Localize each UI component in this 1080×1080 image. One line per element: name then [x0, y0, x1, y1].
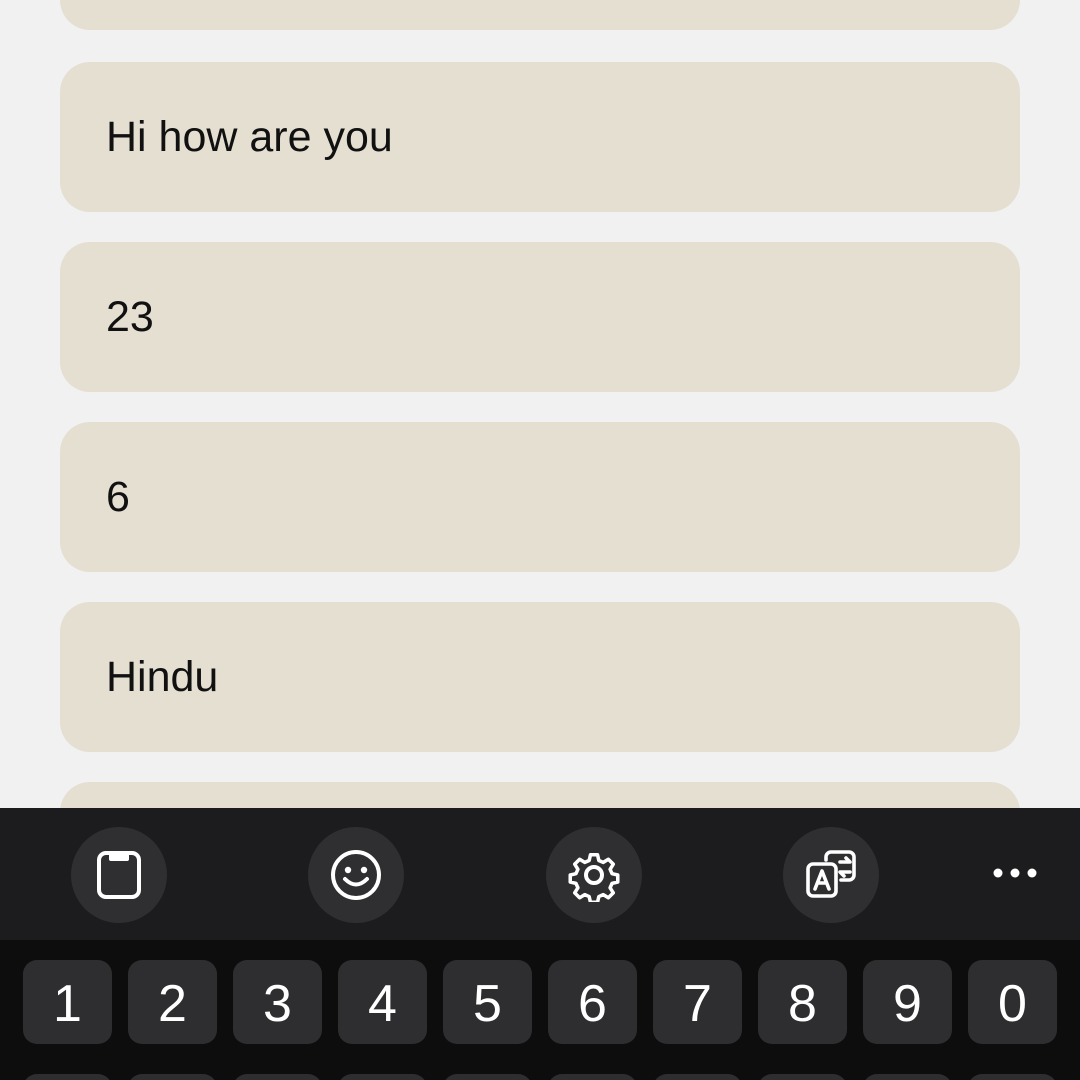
key-5[interactable]: 5: [443, 960, 532, 1044]
translate-icon: [804, 848, 858, 902]
keyboard-key[interactable]: [128, 1074, 217, 1080]
key-2[interactable]: 2: [128, 960, 217, 1044]
settings-button[interactable]: [546, 827, 642, 923]
keyboard-key[interactable]: [863, 1074, 952, 1080]
gear-icon: [567, 848, 621, 902]
key-3[interactable]: 3: [233, 960, 322, 1044]
key-6[interactable]: 6: [548, 960, 637, 1044]
keyboard-key[interactable]: [758, 1074, 847, 1080]
key-0[interactable]: 0: [968, 960, 1057, 1044]
key-9[interactable]: 9: [863, 960, 952, 1044]
key-7[interactable]: 7: [653, 960, 742, 1044]
keyboard-key[interactable]: [548, 1074, 637, 1080]
translate-button[interactable]: [783, 827, 879, 923]
clipboard-icon: [94, 848, 144, 902]
emoji-icon: [329, 848, 383, 902]
keyboard-key[interactable]: [23, 1074, 112, 1080]
field-value: 6: [106, 472, 130, 521]
key-1[interactable]: 1: [23, 960, 112, 1044]
field-value: 23: [106, 292, 154, 341]
key-4[interactable]: 4: [338, 960, 427, 1044]
clipboard-button[interactable]: [71, 827, 167, 923]
field-value: Hi how are you: [106, 112, 393, 161]
keyboard-key[interactable]: [338, 1074, 427, 1080]
text-field[interactable]: Hindu: [60, 602, 1020, 752]
keyboard-toolbar: [0, 808, 1080, 940]
keyboard-key[interactable]: [968, 1074, 1057, 1080]
more-options-button[interactable]: [983, 847, 1047, 903]
keyboard-key[interactable]: [233, 1074, 322, 1080]
keyboard-key[interactable]: [653, 1074, 742, 1080]
key-8[interactable]: 8: [758, 960, 847, 1044]
more-icon: [992, 866, 1038, 884]
text-field[interactable]: [60, 0, 1020, 30]
keyboard-keys: 1 2 3 4 5 6 7 8 9 0: [0, 940, 1080, 1080]
emoji-button[interactable]: [308, 827, 404, 923]
screen: Hi how are you 23 6 Hindu 1 2 3 4 5 6 7 …: [0, 0, 1080, 1080]
text-field[interactable]: Hi how are you: [60, 62, 1020, 212]
field-value: Hindu: [106, 652, 219, 701]
text-field[interactable]: 6: [60, 422, 1020, 572]
text-field[interactable]: 23: [60, 242, 1020, 392]
keyboard-key[interactable]: [443, 1074, 532, 1080]
